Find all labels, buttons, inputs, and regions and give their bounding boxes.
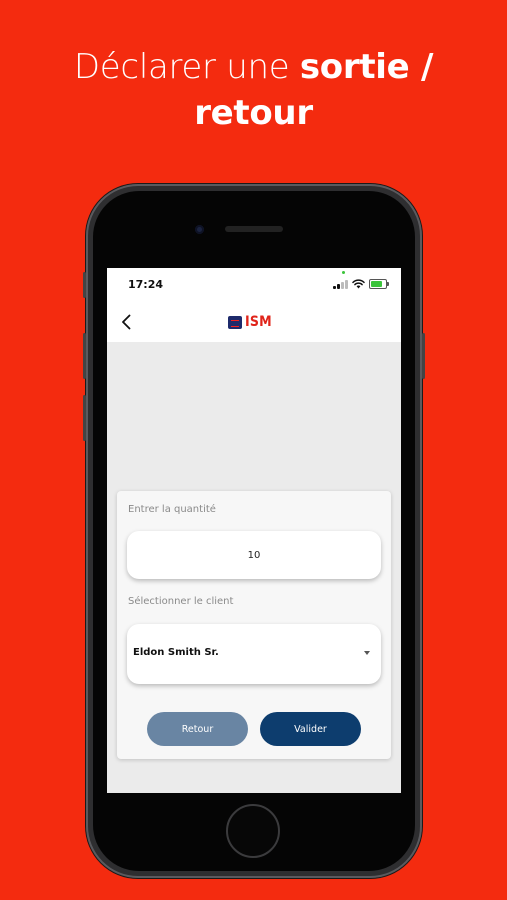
- ism-logo-mark-icon: [228, 315, 242, 329]
- home-button[interactable]: [226, 804, 280, 858]
- status-icons: [333, 278, 389, 290]
- status-time: 17:24: [128, 278, 164, 291]
- headline-bold-1: sortie /: [299, 47, 434, 87]
- app-screen: 17:24 ISM Entrer la quantité 10 Sélectio…: [107, 268, 401, 793]
- phone-volume-up: [83, 333, 86, 379]
- headline-prefix: Déclarer une: [73, 47, 290, 87]
- phone-power-button: [422, 333, 425, 379]
- phone-mute-switch: [83, 272, 86, 298]
- quantity-input[interactable]: 10: [127, 531, 381, 579]
- client-selected-value: Eldon Smith Sr.: [133, 647, 219, 658]
- headline-line-2: retour: [0, 90, 507, 136]
- front-camera: [195, 225, 204, 234]
- ism-logo: ISM: [228, 313, 275, 331]
- headline-bold-2: retour: [194, 93, 313, 133]
- wifi-icon: [352, 279, 365, 289]
- earpiece-speaker: [225, 226, 283, 232]
- cellular-signal-icon: [333, 279, 349, 289]
- privacy-indicator-dot: [342, 271, 345, 274]
- quantity-value: 10: [247, 549, 261, 561]
- client-select[interactable]: Eldon Smith Sr.: [127, 624, 381, 684]
- back-button[interactable]: [117, 312, 137, 332]
- promo-headline: Déclarer une sortie / retour: [0, 44, 507, 136]
- valider-button[interactable]: Valider: [260, 712, 361, 746]
- declaration-form-card: Entrer la quantité 10 Sélectionner le cl…: [117, 491, 391, 759]
- status-bar: 17:24: [107, 268, 401, 302]
- dropdown-caret-icon: [364, 651, 370, 655]
- headline-line-1: Déclarer une sortie /: [0, 44, 507, 90]
- retour-button[interactable]: Retour: [147, 712, 248, 746]
- ism-logo-text: ISM: [245, 314, 272, 330]
- quantity-label: Entrer la quantité: [128, 504, 216, 515]
- app-header: ISM: [107, 302, 401, 342]
- battery-icon: [369, 279, 389, 289]
- phone-volume-down: [83, 395, 86, 441]
- client-label: Sélectionner le client: [128, 596, 234, 607]
